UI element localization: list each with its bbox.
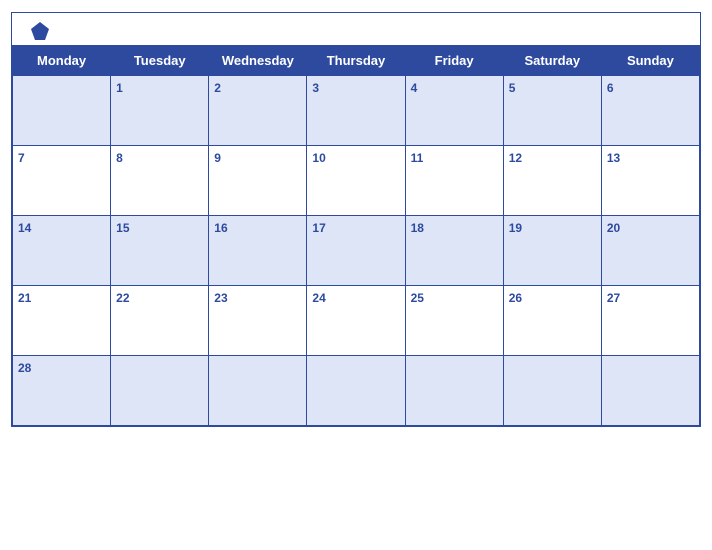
weekday-header-saturday: Saturday — [503, 46, 601, 76]
day-number: 6 — [607, 81, 614, 95]
weekday-header-monday: Monday — [13, 46, 111, 76]
calendar-cell: 5 — [503, 76, 601, 146]
calendar-cell: 20 — [601, 216, 699, 286]
calendar-cell: 18 — [405, 216, 503, 286]
calendar-cell — [503, 356, 601, 426]
week-row-3: 14 15 16 17 18 19 20 — [13, 216, 700, 286]
calendar-cell: 10 — [307, 146, 405, 216]
calendar-cell: 7 — [13, 146, 111, 216]
weekday-header-sunday: Sunday — [601, 46, 699, 76]
weekday-header-row: MondayTuesdayWednesdayThursdayFridaySatu… — [13, 46, 700, 76]
day-number: 10 — [312, 151, 325, 165]
day-number: 2 — [214, 81, 221, 95]
calendar-cell: 14 — [13, 216, 111, 286]
calendar-header — [12, 13, 700, 45]
day-number: 7 — [18, 151, 25, 165]
calendar-cell — [307, 356, 405, 426]
calendar-cell: 12 — [503, 146, 601, 216]
day-number: 8 — [116, 151, 123, 165]
calendar-cell: 25 — [405, 286, 503, 356]
calendar-cell — [405, 356, 503, 426]
day-number: 12 — [509, 151, 522, 165]
calendar-container: MondayTuesdayWednesdayThursdayFridaySatu… — [11, 12, 701, 427]
calendar-cell: 28 — [13, 356, 111, 426]
day-number: 14 — [18, 221, 31, 235]
calendar-cell: 9 — [209, 146, 307, 216]
week-row-1: 1 2 3 4 5 6 — [13, 76, 700, 146]
calendar-cell: 26 — [503, 286, 601, 356]
weekday-header-wednesday: Wednesday — [209, 46, 307, 76]
calendar-grid: MondayTuesdayWednesdayThursdayFridaySatu… — [12, 45, 700, 426]
day-number: 13 — [607, 151, 620, 165]
calendar-cell: 19 — [503, 216, 601, 286]
calendar-cell: 13 — [601, 146, 699, 216]
day-number: 26 — [509, 291, 522, 305]
calendar-cell: 15 — [111, 216, 209, 286]
calendar-cell: 17 — [307, 216, 405, 286]
day-number: 9 — [214, 151, 221, 165]
logo — [28, 21, 50, 41]
calendar-cell: 24 — [307, 286, 405, 356]
day-number: 21 — [18, 291, 31, 305]
weekday-header-friday: Friday — [405, 46, 503, 76]
day-number: 24 — [312, 291, 325, 305]
day-number: 25 — [411, 291, 424, 305]
calendar-cell — [13, 76, 111, 146]
calendar-cell: 23 — [209, 286, 307, 356]
day-number: 1 — [116, 81, 123, 95]
calendar-cell: 8 — [111, 146, 209, 216]
calendar-cell — [209, 356, 307, 426]
calendar-cell: 2 — [209, 76, 307, 146]
calendar-cell: 11 — [405, 146, 503, 216]
week-row-2: 7 8 9 10 11 12 13 — [13, 146, 700, 216]
day-number: 20 — [607, 221, 620, 235]
calendar-cell: 21 — [13, 286, 111, 356]
week-row-4: 21 22 23 24 25 26 27 — [13, 286, 700, 356]
day-number: 17 — [312, 221, 325, 235]
day-number: 28 — [18, 361, 31, 375]
week-row-5: 28 — [13, 356, 700, 426]
day-number: 18 — [411, 221, 424, 235]
day-number: 16 — [214, 221, 227, 235]
weekday-header-tuesday: Tuesday — [111, 46, 209, 76]
weekday-header-thursday: Thursday — [307, 46, 405, 76]
calendar-cell: 6 — [601, 76, 699, 146]
day-number: 11 — [411, 151, 424, 165]
calendar-cell — [601, 356, 699, 426]
calendar-cell — [111, 356, 209, 426]
day-number: 15 — [116, 221, 129, 235]
day-number: 4 — [411, 81, 418, 95]
day-number: 5 — [509, 81, 516, 95]
day-number: 3 — [312, 81, 319, 95]
day-number: 19 — [509, 221, 522, 235]
day-number: 22 — [116, 291, 129, 305]
calendar-cell: 27 — [601, 286, 699, 356]
calendar-cell: 22 — [111, 286, 209, 356]
logo-icon — [30, 21, 50, 41]
calendar-cell: 4 — [405, 76, 503, 146]
day-number: 23 — [214, 291, 227, 305]
calendar-cell: 3 — [307, 76, 405, 146]
day-number: 27 — [607, 291, 620, 305]
calendar-cell: 1 — [111, 76, 209, 146]
calendar-cell: 16 — [209, 216, 307, 286]
